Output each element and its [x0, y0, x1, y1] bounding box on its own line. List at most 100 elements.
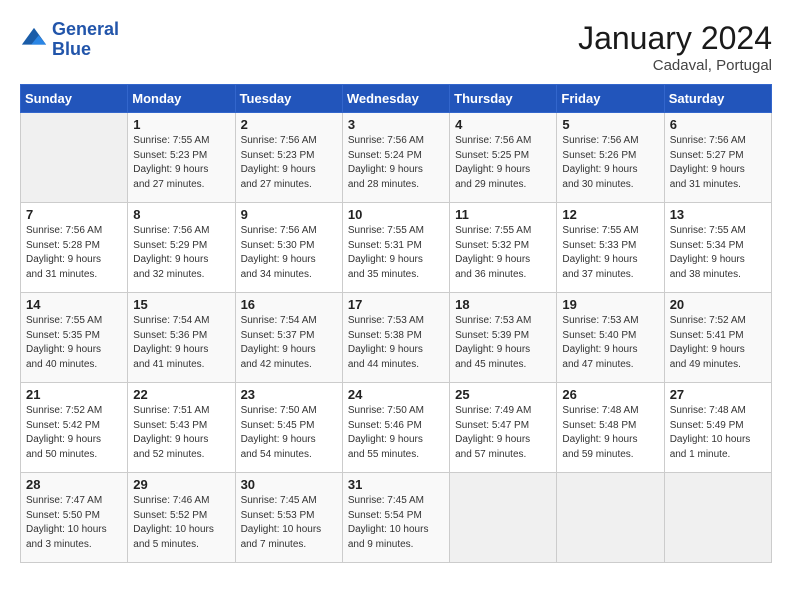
- day-info: Sunrise: 7:48 AM Sunset: 5:48 PM Dayligh…: [562, 404, 658, 462]
- day-number: 17: [348, 297, 444, 312]
- calendar-cell: 1Sunrise: 7:55 AM Sunset: 5:23 PM Daylig…: [128, 113, 235, 203]
- day-number: 24: [348, 387, 444, 402]
- day-number: 28: [26, 477, 122, 492]
- calendar-cell: 8Sunrise: 7:56 AM Sunset: 5:29 PM Daylig…: [128, 203, 235, 293]
- calendar-cell: 20 Sunrise: 7:52 AM Sunset: 5:41 PM Dayli…: [664, 293, 771, 383]
- day-info: Sunrise: 7:46 AM Sunset: 5:52 PM Dayligh…: [133, 494, 229, 552]
- day-info: Sunrise: 7:55 AM Sunset: 5:34 PM Dayligh…: [670, 224, 766, 282]
- calendar-cell: [557, 473, 664, 563]
- day-info: Sunrise: 7:56 AM Sunset: 5:30 PM Dayligh…: [241, 224, 337, 282]
- calendar-cell: 12Sunrise: 7:55 AM Sunset: 5:33 PM Dayli…: [557, 203, 664, 293]
- calendar-cell: 30 Sunrise: 7:45 AM Sunset: 5:53 PM Dayli…: [235, 473, 342, 563]
- calendar-cell: 22 Sunrise: 7:51 AM Sunset: 5:43 PM Dayli…: [128, 383, 235, 473]
- calendar-cell: 21Sunrise: 7:52 AM Sunset: 5:42 PM Dayli…: [21, 383, 128, 473]
- day-info: Sunrise: 7:54 AM Sunset: 5:36 PM Dayligh…: [133, 314, 229, 372]
- day-number: 3: [348, 117, 444, 132]
- day-info: Sunrise: 7:56 AM Sunset: 5:27 PM Dayligh…: [670, 134, 766, 192]
- day-number: 27: [670, 387, 766, 402]
- day-number: 22: [133, 387, 229, 402]
- weekday-header-wednesday: Wednesday: [342, 85, 449, 113]
- calendar-cell: 27 Sunrise: 7:48 AM Sunset: 5:49 PM Dayli…: [664, 383, 771, 473]
- week-row-2: 7 Sunrise: 7:56 AM Sunset: 5:28 PM Daylig…: [21, 203, 772, 293]
- day-number: 8: [133, 207, 229, 222]
- calendar-cell: 3 Sunrise: 7:56 AM Sunset: 5:24 PM Daylig…: [342, 113, 449, 203]
- weekday-header-friday: Friday: [557, 85, 664, 113]
- day-info: Sunrise: 7:55 AM Sunset: 5:31 PM Dayligh…: [348, 224, 444, 282]
- calendar-cell: 11 Sunrise: 7:55 AM Sunset: 5:32 PM Dayli…: [450, 203, 557, 293]
- day-number: 9: [241, 207, 337, 222]
- calendar-cell: 16 Sunrise: 7:54 AM Sunset: 5:37 PM Dayli…: [235, 293, 342, 383]
- day-number: 14: [26, 297, 122, 312]
- day-info: Sunrise: 7:55 AM Sunset: 5:35 PM Dayligh…: [26, 314, 122, 372]
- calendar-cell: [21, 113, 128, 203]
- day-number: 15: [133, 297, 229, 312]
- calendar-cell: 14 Sunrise: 7:55 AM Sunset: 5:35 PM Dayli…: [21, 293, 128, 383]
- calendar-cell: 5Sunrise: 7:56 AM Sunset: 5:26 PM Daylig…: [557, 113, 664, 203]
- day-number: 10: [348, 207, 444, 222]
- calendar-cell: 9 Sunrise: 7:56 AM Sunset: 5:30 PM Daylig…: [235, 203, 342, 293]
- calendar-cell: 10 Sunrise: 7:55 AM Sunset: 5:31 PM Dayli…: [342, 203, 449, 293]
- logo-icon: [20, 26, 48, 54]
- calendar-cell: 4Sunrise: 7:56 AM Sunset: 5:25 PM Daylig…: [450, 113, 557, 203]
- calendar-cell: 13Sunrise: 7:55 AM Sunset: 5:34 PM Dayli…: [664, 203, 771, 293]
- day-info: Sunrise: 7:52 AM Sunset: 5:41 PM Dayligh…: [670, 314, 766, 372]
- day-info: Sunrise: 7:56 AM Sunset: 5:24 PM Dayligh…: [348, 134, 444, 192]
- day-number: 20: [670, 297, 766, 312]
- day-number: 18: [455, 297, 551, 312]
- weekday-header-row: SundayMondayTuesdayWednesdayThursdayFrid…: [21, 85, 772, 113]
- day-info: Sunrise: 7:48 AM Sunset: 5:49 PM Dayligh…: [670, 404, 766, 462]
- day-info: Sunrise: 7:56 AM Sunset: 5:25 PM Dayligh…: [455, 134, 551, 192]
- day-info: Sunrise: 7:45 AM Sunset: 5:53 PM Dayligh…: [241, 494, 337, 552]
- week-row-5: 28Sunrise: 7:47 AM Sunset: 5:50 PM Dayli…: [21, 473, 772, 563]
- logo: GeneralBlue: [20, 20, 119, 60]
- day-number: 23: [241, 387, 337, 402]
- day-info: Sunrise: 7:56 AM Sunset: 5:23 PM Dayligh…: [241, 134, 337, 192]
- calendar-cell: [450, 473, 557, 563]
- week-row-3: 14 Sunrise: 7:55 AM Sunset: 5:35 PM Dayli…: [21, 293, 772, 383]
- day-number: 16: [241, 297, 337, 312]
- day-info: Sunrise: 7:56 AM Sunset: 5:26 PM Dayligh…: [562, 134, 658, 192]
- calendar-cell: 25 Sunrise: 7:49 AM Sunset: 5:47 PM Dayli…: [450, 383, 557, 473]
- day-info: Sunrise: 7:51 AM Sunset: 5:43 PM Dayligh…: [133, 404, 229, 462]
- day-info: Sunrise: 7:53 AM Sunset: 5:39 PM Dayligh…: [455, 314, 551, 372]
- day-info: Sunrise: 7:50 AM Sunset: 5:46 PM Dayligh…: [348, 404, 444, 462]
- page-header: GeneralBlue January 2024 Cadaval, Portug…: [20, 20, 772, 74]
- day-info: Sunrise: 7:52 AM Sunset: 5:42 PM Dayligh…: [26, 404, 122, 462]
- day-number: 29: [133, 477, 229, 492]
- calendar-cell: 26Sunrise: 7:48 AM Sunset: 5:48 PM Dayli…: [557, 383, 664, 473]
- day-info: Sunrise: 7:50 AM Sunset: 5:45 PM Dayligh…: [241, 404, 337, 462]
- day-info: Sunrise: 7:55 AM Sunset: 5:32 PM Dayligh…: [455, 224, 551, 282]
- calendar-cell: 31Sunrise: 7:45 AM Sunset: 5:54 PM Dayli…: [342, 473, 449, 563]
- day-info: Sunrise: 7:49 AM Sunset: 5:47 PM Dayligh…: [455, 404, 551, 462]
- month-title: January 2024: [578, 20, 772, 57]
- logo-text: GeneralBlue: [52, 20, 119, 60]
- day-number: 19: [562, 297, 658, 312]
- calendar-cell: 19 Sunrise: 7:53 AM Sunset: 5:40 PM Dayli…: [557, 293, 664, 383]
- day-number: 7: [26, 207, 122, 222]
- day-number: 1: [133, 117, 229, 132]
- day-number: 6: [670, 117, 766, 132]
- location: Cadaval, Portugal: [578, 57, 772, 74]
- calendar-cell: 18 Sunrise: 7:53 AM Sunset: 5:39 PM Dayli…: [450, 293, 557, 383]
- calendar-cell: 29 Sunrise: 7:46 AM Sunset: 5:52 PM Dayli…: [128, 473, 235, 563]
- calendar-cell: [664, 473, 771, 563]
- day-number: 31: [348, 477, 444, 492]
- day-info: Sunrise: 7:53 AM Sunset: 5:40 PM Dayligh…: [562, 314, 658, 372]
- week-row-1: 1Sunrise: 7:55 AM Sunset: 5:23 PM Daylig…: [21, 113, 772, 203]
- day-number: 30: [241, 477, 337, 492]
- weekday-header-monday: Monday: [128, 85, 235, 113]
- calendar-cell: 28Sunrise: 7:47 AM Sunset: 5:50 PM Dayli…: [21, 473, 128, 563]
- weekday-header-thursday: Thursday: [450, 85, 557, 113]
- day-info: Sunrise: 7:54 AM Sunset: 5:37 PM Dayligh…: [241, 314, 337, 372]
- weekday-header-tuesday: Tuesday: [235, 85, 342, 113]
- title-block: January 2024 Cadaval, Portugal: [578, 20, 772, 74]
- day-number: 11: [455, 207, 551, 222]
- day-number: 2: [241, 117, 337, 132]
- calendar-cell: 6 Sunrise: 7:56 AM Sunset: 5:27 PM Daylig…: [664, 113, 771, 203]
- day-info: Sunrise: 7:56 AM Sunset: 5:28 PM Dayligh…: [26, 224, 122, 282]
- day-number: 25: [455, 387, 551, 402]
- calendar-cell: 24 Sunrise: 7:50 AM Sunset: 5:46 PM Dayli…: [342, 383, 449, 473]
- week-row-4: 21Sunrise: 7:52 AM Sunset: 5:42 PM Dayli…: [21, 383, 772, 473]
- day-info: Sunrise: 7:53 AM Sunset: 5:38 PM Dayligh…: [348, 314, 444, 372]
- calendar-cell: 23 Sunrise: 7:50 AM Sunset: 5:45 PM Dayli…: [235, 383, 342, 473]
